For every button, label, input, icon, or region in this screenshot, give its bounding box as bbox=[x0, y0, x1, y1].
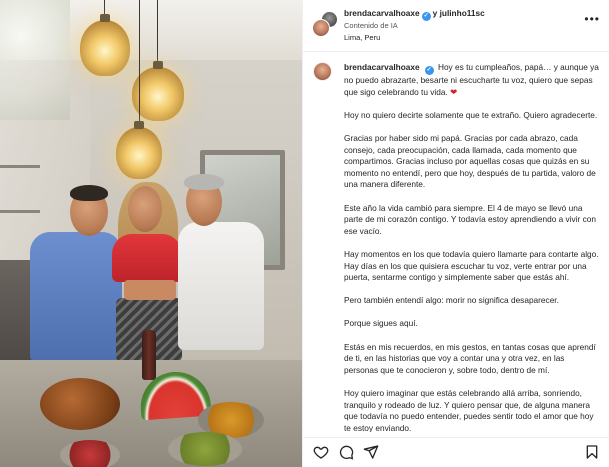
caption-paragraph: Hay momentos en los que todavía quiero l… bbox=[344, 248, 599, 283]
person-torso bbox=[178, 222, 264, 350]
wine-bottle bbox=[142, 330, 156, 380]
comment-icon[interactable] bbox=[338, 444, 354, 460]
avatar[interactable] bbox=[313, 62, 332, 81]
lamp-cord bbox=[139, 0, 140, 128]
collab-joiner: y bbox=[432, 8, 438, 18]
post-photo[interactable] bbox=[0, 0, 302, 467]
photo-shelf bbox=[0, 210, 40, 213]
person-torso bbox=[30, 232, 122, 362]
pendant-lamp bbox=[80, 14, 130, 76]
person-midriff bbox=[124, 280, 176, 300]
share-icon[interactable] bbox=[363, 444, 379, 460]
pendant-lamp bbox=[116, 121, 162, 179]
ai-content-label[interactable]: Contenido de IA bbox=[344, 21, 398, 30]
caption-paragraph: Porque sigues aquí. bbox=[344, 318, 418, 329]
post-header: brendacarvalhoaxe ✓ y julinho11sc Contenid… bbox=[303, 0, 609, 52]
person-hair bbox=[184, 174, 224, 190]
person-top bbox=[112, 234, 182, 282]
caption-paragraph: Estás en mis recuerdos, en mis gestos, e… bbox=[344, 341, 596, 375]
person-head bbox=[128, 186, 162, 232]
caption-paragraph: Este año la vida cambió para siempre. El… bbox=[344, 202, 596, 236]
bookmark-icon[interactable] bbox=[584, 444, 600, 460]
food-bowl bbox=[168, 432, 242, 466]
lamp-cord bbox=[157, 0, 158, 68]
action-bar bbox=[303, 437, 609, 467]
food-bowl bbox=[60, 440, 120, 467]
collaborator-link[interactable]: julinho11sc bbox=[440, 8, 485, 18]
caption-paragraph: Gracias por haber sido mi papá. Gracias … bbox=[344, 132, 596, 190]
person-hair bbox=[70, 185, 108, 201]
heart-icon[interactable] bbox=[313, 444, 329, 460]
location-link[interactable]: Lima, Peru bbox=[344, 33, 380, 42]
post-panel: brendacarvalhoaxe ✓ y julinho11sc Contenid… bbox=[302, 0, 609, 467]
caption-paragraph: brendacarvalhoaxe ✓ Hoy es tu cumpleaños,… bbox=[344, 62, 600, 98]
collab-avatars[interactable] bbox=[312, 11, 338, 37]
caption-paragraph: Hoy quiero imaginar que estás celebrando… bbox=[344, 388, 594, 432]
heart-emoji: ❤ bbox=[450, 86, 458, 97]
header-usernames: brendacarvalhoaxe ✓ y julinho11sc bbox=[344, 8, 485, 21]
photo-shelf bbox=[0, 165, 40, 168]
caption-username[interactable]: brendacarvalhoaxe bbox=[344, 62, 420, 72]
verified-icon: ✓ bbox=[421, 12, 431, 21]
caption-text: brendacarvalhoaxe ✓ Hoy es tu cumpleaños,… bbox=[344, 62, 600, 432]
caption-area[interactable]: brendacarvalhoaxe ✓ Hoy es tu cumpleaños,… bbox=[303, 52, 609, 432]
avatar[interactable] bbox=[312, 19, 330, 37]
more-icon[interactable]: ••• bbox=[584, 13, 600, 25]
caption-paragraph: Hoy no quiero decirte solamente que te e… bbox=[344, 109, 598, 120]
author-link[interactable]: brendacarvalhoaxe bbox=[344, 8, 420, 18]
roast-turkey bbox=[40, 378, 120, 430]
caption-paragraph: Pero también entendí algo: morir no sign… bbox=[344, 295, 559, 306]
verified-icon: ✓ bbox=[424, 66, 434, 75]
